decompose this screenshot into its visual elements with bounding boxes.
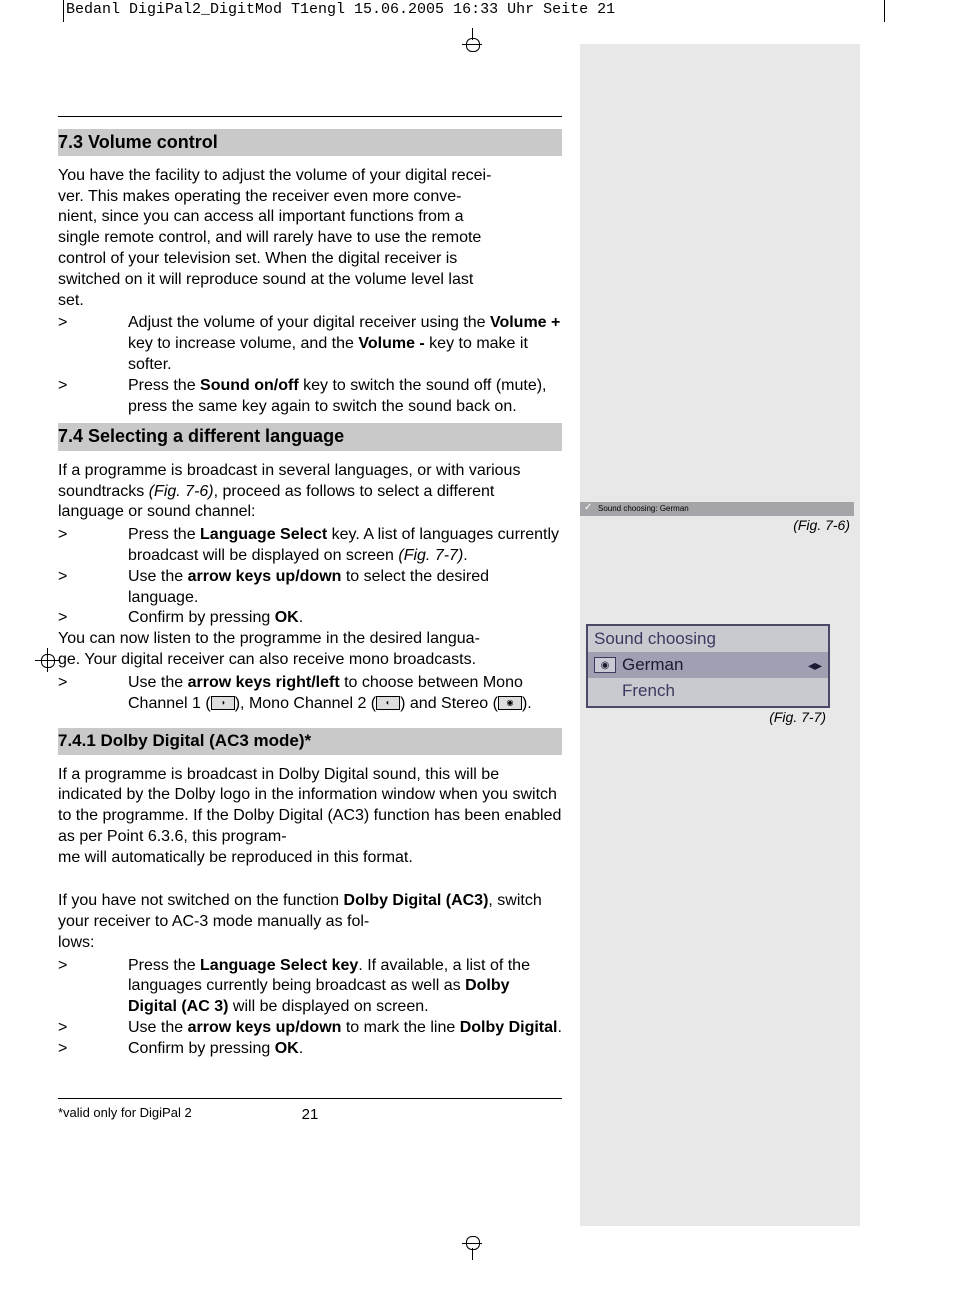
step: > Press the Language Select key. If avai… <box>58 956 562 1018</box>
step: > Adjust the volume of your digital rece… <box>58 313 562 375</box>
heading-7-4: 7.4 Selecting a different language <box>58 423 562 450</box>
step: > Use the arrow keys right/left to choos… <box>58 673 562 715</box>
check-icon: ✓ <box>584 503 592 513</box>
step: > Confirm by pressing OK. <box>58 1039 562 1060</box>
fig77-title: Sound choosing <box>588 626 828 652</box>
step: > Confirm by pressing OK. <box>58 608 562 629</box>
fig76-text: Sound choosing: German <box>598 504 689 513</box>
mono1-icon: ◑ <box>211 696 235 710</box>
left-registration-mark <box>41 654 55 668</box>
mono2-icon: ◐ <box>376 696 400 710</box>
para-7-4-mono-note: You can now listen to the programme in t… <box>58 629 562 671</box>
figure-7-6: ✓ Sound choosing: German (Fig. 7-6) <box>580 502 854 534</box>
crop-header: Bedanl DigiPal2_DigitMod T1engl 15.06.20… <box>0 0 954 28</box>
left-right-arrows-icon: ◂▸ <box>808 656 822 674</box>
left-margin <box>0 44 58 1226</box>
page-number: 21 <box>280 1105 340 1125</box>
heading-7-4-1: 7.4.1 Dolby Digital (AC3 mode)* <box>58 728 562 754</box>
page-body: 7.3 Volume control You have the facility… <box>0 44 954 1226</box>
page-footer: *valid only for DigiPal 2 21 <box>58 1098 562 1125</box>
meta-header-text: Bedanl DigiPal2_DigitMod T1engl 15.06.20… <box>66 1 615 18</box>
step: > Use the arrow keys up/down to select t… <box>58 567 562 609</box>
para-7-4-intro: If a programme is broadcast in several l… <box>58 461 562 523</box>
step: > Press the Language Select key. A list … <box>58 525 562 567</box>
para-7-3-intro: You have the facility to adjust the volu… <box>58 166 562 312</box>
top-crop-mark <box>0 28 954 44</box>
para-7-4-1-a: If a programme is broadcast in Dolby Dig… <box>58 765 562 869</box>
main-text-column: 7.3 Volume control You have the facility… <box>58 44 580 1226</box>
step: > Press the Sound on/off key to switch t… <box>58 376 562 418</box>
bottom-crop-mark <box>0 1236 954 1260</box>
step: > Use the arrow keys up/down to mark the… <box>58 1018 562 1039</box>
stereo-icon: ◉ <box>498 696 522 710</box>
fig77-caption: (Fig. 7-7) <box>586 708 830 726</box>
heading-7-3: 7.3 Volume control <box>58 129 562 156</box>
figure-sidebar: ✓ Sound choosing: German (Fig. 7-6) Soun… <box>580 44 860 1226</box>
fig77-selected-item: German ◂▸ <box>588 652 828 678</box>
para-7-4-1-b: If you have not switched on the function… <box>58 870 562 953</box>
fig77-item: French <box>588 678 828 706</box>
footnote: *valid only for DigiPal 2 <box>58 1105 280 1125</box>
stereo-mode-icon <box>594 657 616 673</box>
figure-7-7: Sound choosing German ◂▸ French (Fig. 7-… <box>586 624 830 726</box>
fig76-caption: (Fig. 7-6) <box>580 516 854 534</box>
